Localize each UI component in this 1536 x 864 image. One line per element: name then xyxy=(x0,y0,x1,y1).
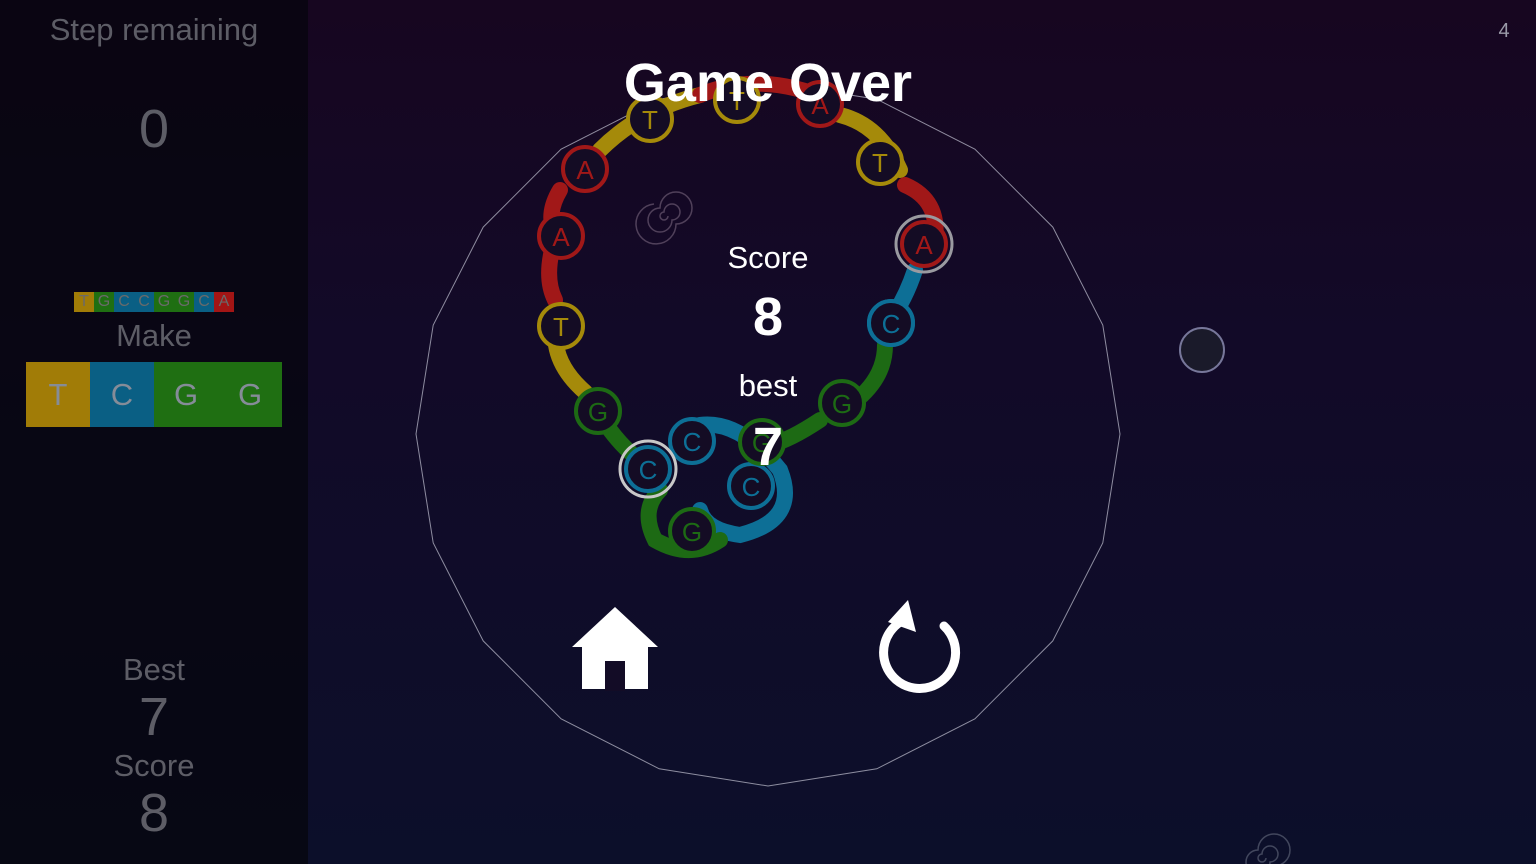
nucleotide-node[interactable]: A xyxy=(561,145,609,193)
best-label: Best xyxy=(122,652,186,687)
nucleotide-node[interactable]: T xyxy=(856,138,904,186)
make-tile: T xyxy=(26,362,90,427)
game-over-title: Game Over xyxy=(623,53,913,113)
dialog-score-label: Score xyxy=(727,240,809,275)
nucleotide-letter: G xyxy=(682,517,702,547)
make-sequence: TCGG xyxy=(26,362,282,427)
make-tile: G xyxy=(218,362,282,427)
restart-icon xyxy=(879,600,961,693)
steps-remaining-label: Step remaining xyxy=(49,12,259,47)
swirl-icon xyxy=(635,191,693,245)
nucleotide-node[interactable]: C xyxy=(867,299,915,347)
nucleotide-letter: T xyxy=(553,312,569,342)
nucleotide-letter: T xyxy=(872,148,888,178)
make-tile: C xyxy=(90,362,154,427)
target-letter: A xyxy=(214,292,234,312)
target-letter: C xyxy=(114,292,134,312)
restart-button[interactable] xyxy=(874,598,968,698)
nucleotide-letter: A xyxy=(552,222,570,252)
dialog-best-label: best xyxy=(738,368,798,403)
make-tile: G xyxy=(154,362,218,427)
target-letter: T xyxy=(74,292,94,312)
score-value: 8 xyxy=(138,783,170,843)
steps-remaining-value: 0 xyxy=(138,99,170,159)
target-letter: G xyxy=(174,292,194,312)
swirl-icon xyxy=(1245,833,1291,864)
best-value: 7 xyxy=(138,687,170,747)
score-label: Score xyxy=(113,748,195,783)
nucleotide-node[interactable]: A xyxy=(537,212,585,260)
nucleotide-letter: A xyxy=(915,230,933,260)
nucleotide-node[interactable]: G xyxy=(574,387,622,435)
make-label: Make xyxy=(116,318,192,353)
corner-number: 4 xyxy=(1498,20,1510,42)
nucleotide-node[interactable]: T xyxy=(537,302,585,350)
nucleotide-letter: C xyxy=(882,309,901,339)
target-letter: G xyxy=(94,292,114,312)
target-letter: G xyxy=(154,292,174,312)
nucleotide-letter: C xyxy=(639,455,658,485)
nucleotide-letter: G xyxy=(588,397,608,427)
home-icon xyxy=(572,607,658,691)
target-letter: C xyxy=(134,292,154,312)
target-letter: C xyxy=(194,292,214,312)
home-button[interactable] xyxy=(570,605,660,691)
floating-orb[interactable] xyxy=(1179,327,1225,373)
strand-segment xyxy=(548,337,593,400)
sidebar: Step remaining 0 TGCCGGCA Make TCGG Best… xyxy=(0,0,308,864)
nucleotide-node[interactable]: G xyxy=(668,507,716,555)
target-sequence: TGCCGGCA xyxy=(74,292,234,312)
nucleotide-node[interactable]: C xyxy=(624,445,672,493)
dialog-best-value: 7 xyxy=(752,417,784,477)
nucleotide-node[interactable]: A xyxy=(900,220,948,268)
nucleotide-letter: A xyxy=(576,155,594,185)
dialog-score-value: 8 xyxy=(752,287,784,347)
